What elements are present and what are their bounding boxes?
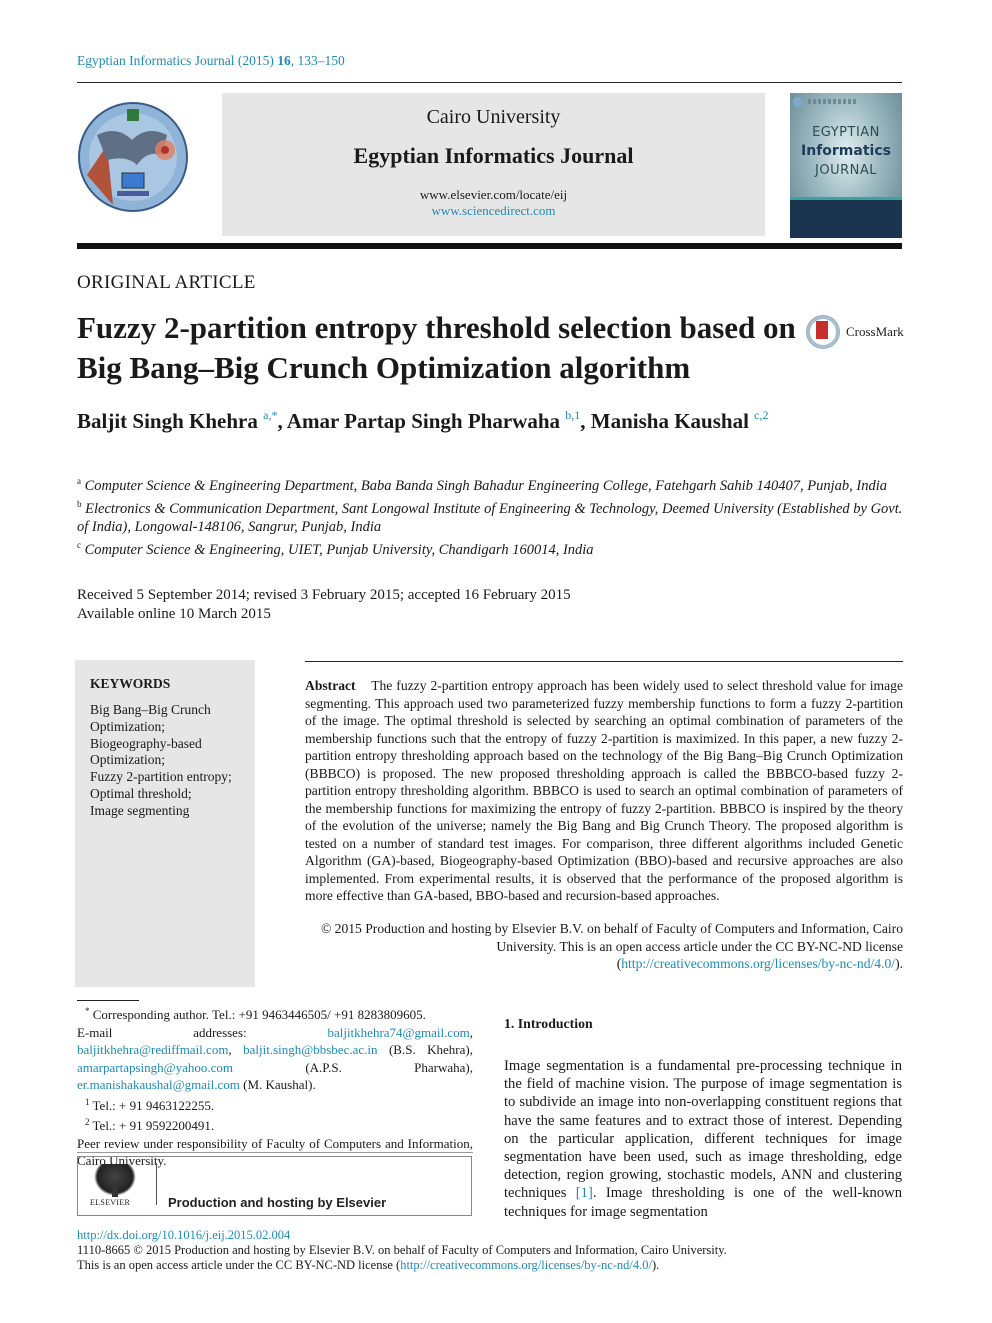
- email-link[interactable]: baljitkhehra74@gmail.com: [327, 1025, 469, 1040]
- elsevier-wordmark: ELSEVIER: [90, 1198, 131, 1207]
- keywords-panel: KEYWORDS Big Bang–Big Crunch Optimizatio…: [75, 660, 255, 987]
- email-owner: (A.P.S. Pharwaha): [305, 1059, 470, 1075]
- production-text: Production and hosting by Elsevier: [168, 1195, 387, 1210]
- article-dates: Received 5 September 2014; revised 3 Feb…: [77, 586, 571, 624]
- keywords-list: Big Bang–Big Crunch Optimization; Biogeo…: [90, 702, 250, 820]
- email-owner: (B.S. Khehra): [388, 1042, 470, 1057]
- license-link[interactable]: http://creativecommons.org/licenses/by-n…: [621, 956, 895, 971]
- cover-title-line3: JOURNAL: [815, 163, 877, 178]
- email-label: E-mail addresses:: [77, 1024, 328, 1040]
- tel-text: Tel.: + 91 9592200491.: [92, 1118, 215, 1133]
- section-heading-introduction: 1. Introduction: [504, 1016, 593, 1031]
- top-divider: [77, 82, 902, 83]
- journal-name: Egyptian Informatics Journal: [353, 143, 634, 168]
- affiliation-mark: b: [77, 499, 82, 509]
- email-addresses: E-mail addresses: baljitkhehra74@gmail.c…: [77, 1024, 473, 1093]
- keywords-heading: KEYWORDS: [90, 676, 171, 691]
- journal-citation-prefix: Egyptian Informatics Journal (2015): [77, 53, 278, 68]
- crossmark-ribbon-icon: [816, 321, 828, 339]
- open-access-close: ).: [651, 1258, 660, 1272]
- journal-masthead: Cairo University Egyptian Informatics Jo…: [222, 93, 765, 236]
- author-affiliation-link[interactable]: c,2: [754, 408, 768, 422]
- footer-license-link[interactable]: http://creativecommons.org/licenses/by-n…: [400, 1258, 652, 1272]
- elsevier-divider: [156, 1163, 157, 1205]
- elsevier-production-box: ELSEVIER Production and hosting by Elsev…: [77, 1156, 472, 1216]
- tel-note-2: 2 Tel.: + 91 9592200491.: [77, 1114, 473, 1135]
- open-access-text: This is an open access article under the…: [77, 1258, 401, 1272]
- abstract-copyright: © 2015 Production and hosting by Elsevie…: [305, 920, 903, 973]
- asterisk-mark: *: [85, 1006, 90, 1016]
- author-separator: ,: [580, 409, 591, 433]
- issn-copyright-line: 1110-8665 © 2015 Production and hosting …: [77, 1243, 727, 1257]
- affiliation-text: Computer Science & Engineering, UIET, Pu…: [84, 542, 594, 558]
- cover-header-text: [808, 99, 858, 104]
- author-list: Baljit Singh Khehra a,*, Amar Partap Sin…: [77, 408, 768, 434]
- keyword-item: Fuzzy 2-partition entropy;: [90, 769, 232, 785]
- footnotes: * Corresponding author. Tel.: +91 946344…: [77, 1003, 473, 1170]
- affiliation-text: Computer Science & Engineering Departmen…: [84, 478, 887, 494]
- email-link[interactable]: amarpartapsingh@yahoo.com: [77, 1060, 233, 1075]
- header-thick-divider: [77, 243, 902, 249]
- cover-footer: [790, 200, 902, 238]
- footnote-bottom-divider: [77, 1152, 473, 1153]
- affiliation: c Computer Science & Engineering, UIET, …: [77, 536, 907, 559]
- journal-volume: 16: [277, 53, 291, 68]
- footnote-divider: [77, 1000, 139, 1001]
- keyword-item: Biogeography-based Optimization;: [90, 735, 202, 768]
- author-separator: ,: [277, 409, 287, 433]
- abstract: Abstract The fuzzy 2-partition entropy a…: [305, 677, 903, 905]
- affiliation: a Computer Science & Engineering Departm…: [77, 472, 907, 495]
- footnote-mark: 2: [85, 1117, 90, 1127]
- sciencedirect-link[interactable]: www.sciencedirect.com: [222, 203, 765, 219]
- faculty-seal-icon: [78, 102, 188, 212]
- footnote-mark: 1: [85, 1096, 90, 1107]
- email-link[interactable]: baljitkhehra@rediffmail.com: [77, 1042, 228, 1057]
- cover-seal-icon: [793, 97, 803, 107]
- journal-cover-image: EGYPTIAN Informatics JOURNAL: [790, 93, 902, 238]
- email-owner: (M. Kaushal).: [243, 1077, 316, 1092]
- tel-note-1: 1 Tel.: + 91 9463122255.: [77, 1094, 473, 1115]
- crossmark-label: CrossMark: [846, 324, 904, 339]
- abstract-label: Abstract: [305, 678, 356, 693]
- reference-link[interactable]: [1]: [576, 1185, 593, 1201]
- email-link[interactable]: baljit.singh@bbsbec.ac.in: [243, 1042, 377, 1057]
- cover-title-line2: Informatics: [801, 143, 891, 159]
- abstract-text: The fuzzy 2-partition entropy approach h…: [305, 678, 903, 903]
- affiliation-mark: a: [77, 476, 81, 486]
- intro-text: Image segmentation is a fundamental pre-…: [504, 1058, 902, 1202]
- keyword-item: Optimal threshold;: [90, 785, 192, 801]
- elsevier-tree-trunk: [112, 1187, 118, 1197]
- author-name: Baljit Singh Khehra: [77, 409, 258, 433]
- article-title: Fuzzy 2-partition entropy threshold sele…: [77, 310, 796, 385]
- affiliations: a Computer Science & Engineering Departm…: [77, 472, 907, 559]
- author-affiliation-link[interactable]: a,*: [263, 408, 277, 422]
- abstract-divider: [305, 661, 903, 662]
- article-type: ORIGINAL ARTICLE: [77, 272, 256, 293]
- author-name: Manisha Kaushal: [590, 409, 749, 433]
- crossmark-button[interactable]: CrossMark: [806, 315, 916, 351]
- journal-citation[interactable]: Egyptian Informatics Journal (2015) 16, …: [77, 53, 345, 69]
- introduction-paragraph: Image segmentation is a fundamental pre-…: [504, 1057, 902, 1221]
- elsevier-url[interactable]: www.elsevier.com/locate/eij: [222, 187, 765, 203]
- history-dates: Received 5 September 2014; revised 3 Feb…: [77, 587, 571, 603]
- affiliation: b Electronics & Communication Department…: [77, 495, 907, 536]
- copyright-close: ).: [895, 956, 903, 971]
- keyword-item: Image segmenting: [90, 802, 190, 818]
- cover-title-line1: EGYPTIAN: [812, 125, 880, 140]
- tel-text: Tel.: + 91 9463122255.: [92, 1097, 215, 1113]
- online-date: Available online 10 March 2015: [77, 606, 271, 622]
- affiliation-mark: c: [77, 540, 81, 550]
- doi-link[interactable]: http://dx.doi.org/10.1016/j.eij.2015.02.…: [77, 1228, 290, 1243]
- author-affiliation-link[interactable]: b,1: [565, 408, 580, 422]
- journal-pages: , 133–150: [290, 53, 345, 68]
- keyword-item: Big Bang–Big Crunch Optimization;: [90, 702, 211, 734]
- author-name: Amar Partap Singh Pharwaha: [286, 409, 561, 433]
- affiliation-text: Electronics & Communication Department, …: [77, 501, 903, 535]
- faculty-logo: [77, 95, 189, 220]
- corresponding-text: Corresponding author. Tel.: +91 94634465…: [92, 1007, 426, 1022]
- open-access-line: This is an open access article under the…: [77, 1258, 659, 1273]
- university-name: Cairo University: [426, 106, 561, 128]
- email-link[interactable]: er.manishakaushal@gmail.com: [77, 1077, 240, 1092]
- corresponding-author-note: * Corresponding author. Tel.: +91 946344…: [77, 1003, 473, 1024]
